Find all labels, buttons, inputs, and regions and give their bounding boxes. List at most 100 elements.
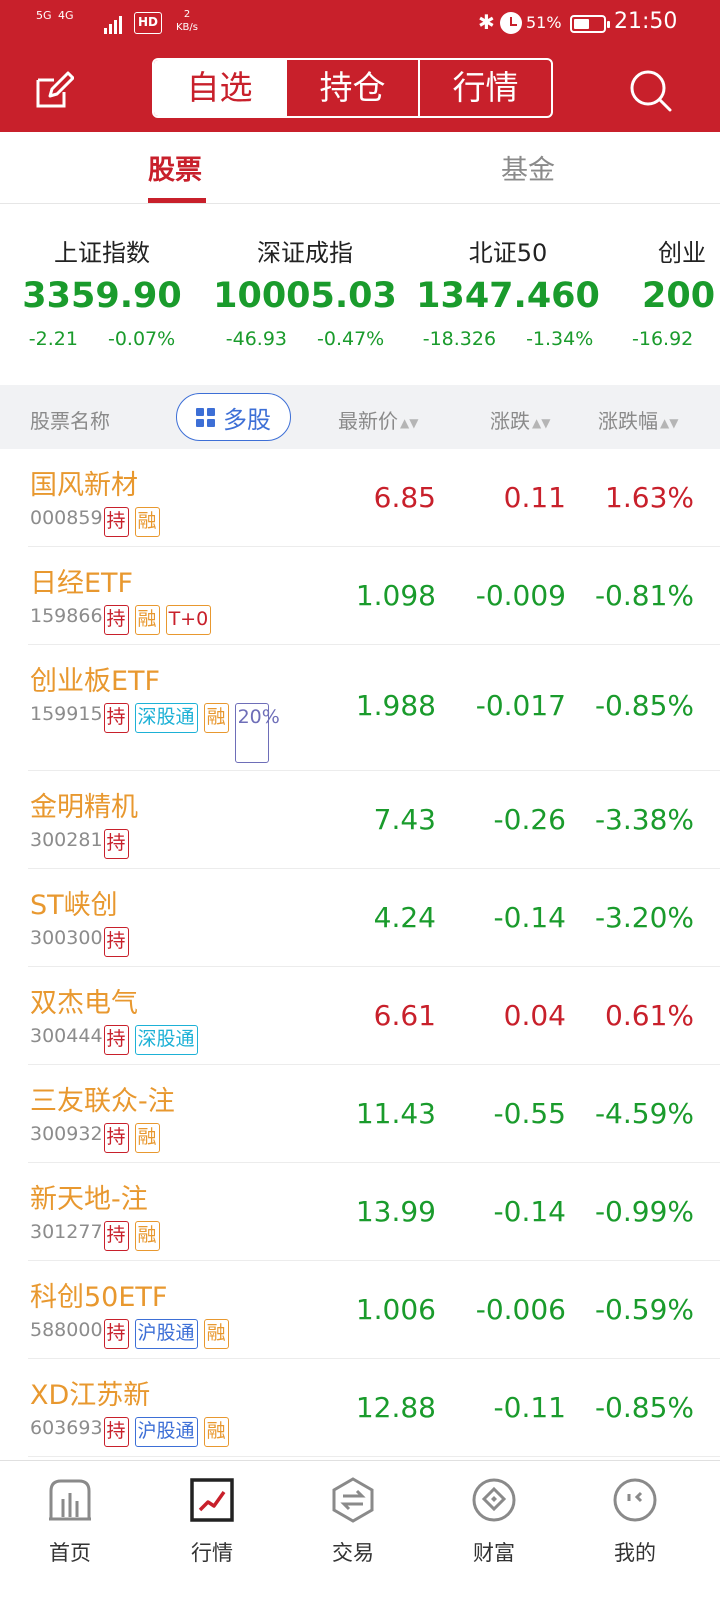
nav-wealth[interactable]: 财富 xyxy=(444,1477,544,1567)
bluetooth-icon: ✱ xyxy=(478,10,495,34)
stock-code: 300300 xyxy=(30,927,103,949)
multi-stock-button[interactable]: 多股 xyxy=(176,393,291,441)
stock-name: 创业板ETF xyxy=(30,666,161,697)
stock-row[interactable]: 日经ETF 159866 持融 T+0 1.098 -0.009 -0.81% xyxy=(28,547,720,645)
stock-change: -0.14 xyxy=(493,901,566,934)
stock-code: 159915 xyxy=(30,703,103,725)
stock-percent: 1.63% xyxy=(605,481,694,514)
tab-watchlist[interactable]: 自选 xyxy=(154,60,287,116)
sort-icon: ▲▼ xyxy=(660,415,679,430)
index-card[interactable]: 深证成指 10005.03 -46.93 -0.47% xyxy=(205,233,405,350)
subtab-funds[interactable]: 基金 xyxy=(501,148,555,187)
stock-name: XD江苏新 xyxy=(30,1380,151,1411)
stock-change: -0.26 xyxy=(493,803,566,836)
index-change: -46.93 xyxy=(225,328,288,350)
index-card[interactable]: 上证指数 3359.90 -2.21 -0.07% xyxy=(2,233,202,350)
index-value: 10005.03 xyxy=(213,276,397,316)
stock-tag: 持 xyxy=(103,1319,129,1349)
stock-price: 7.43 xyxy=(373,803,436,836)
stock-code: 603693 xyxy=(30,1417,103,1439)
stock-tag: 融 xyxy=(203,703,229,733)
stock-code-line: 300300 持 xyxy=(30,927,129,957)
stock-code-line: 000859 持融 xyxy=(30,507,160,537)
stock-percent: -0.85% xyxy=(594,689,694,722)
stock-change: -0.009 xyxy=(475,579,566,612)
index-value: 200 xyxy=(642,276,716,316)
sub-tabs: 股票 基金 xyxy=(0,132,720,204)
multi-stock-label: 多股 xyxy=(223,405,271,434)
search-icon[interactable] xyxy=(628,68,672,112)
stock-name: 日经ETF xyxy=(30,568,134,599)
column-change: 涨跌 xyxy=(490,409,530,433)
stock-name: 三友联众-注 xyxy=(30,1086,175,1117)
top-header: 5G 4G HD 2 KB/s ✱ 51% 21:50 自选 持仓 行情 xyxy=(0,0,720,132)
stock-row[interactable]: 新天地-注 301277 持融 13.99 -0.14 -0.99% xyxy=(28,1163,720,1261)
stock-row[interactable]: 科创50ETF 588000 持沪股通融 1.006 -0.006 -0.59% xyxy=(28,1261,720,1359)
stock-tag: 持 xyxy=(103,507,129,537)
stock-row[interactable]: 金明精机 300281 持 7.43 -0.26 -3.38% xyxy=(28,771,720,869)
column-percent-sort[interactable]: 涨跌幅 ▲▼ xyxy=(598,405,678,434)
stock-code: 000859 xyxy=(30,507,103,529)
sort-icon: ▲▼ xyxy=(400,415,419,430)
nav-market[interactable]: 行情 xyxy=(162,1477,262,1567)
column-price: 最新价 xyxy=(338,409,398,433)
index-name: 北证50 xyxy=(468,239,548,267)
index-percent: -0.47% xyxy=(317,328,385,350)
stock-row[interactable]: 三友联众-注 300932 持融 11.43 -0.55 -4.59% xyxy=(28,1065,720,1163)
nav-profile-label: 我的 xyxy=(614,1541,656,1565)
stock-change: -0.14 xyxy=(493,1195,566,1228)
stock-row[interactable]: ST峡创 300300 持 4.24 -0.14 -3.20% xyxy=(28,869,720,967)
stock-price: 6.61 xyxy=(373,999,436,1032)
stock-row[interactable]: 创业板ETF 159915 持深股通融 20% 1.988 -0.017 -0.85% xyxy=(28,645,720,771)
edit-icon[interactable] xyxy=(34,70,74,110)
stock-price: 11.43 xyxy=(355,1097,436,1130)
nav-wealth-label: 财富 xyxy=(473,1541,515,1565)
tab-holdings[interactable]: 持仓 xyxy=(287,60,420,116)
index-card[interactable]: 北证50 1347.460 -18.326 -1.34% xyxy=(408,233,608,350)
index-card[interactable]: 创业 200 -16.92 xyxy=(630,233,720,350)
index-change: -18.326 xyxy=(422,328,497,350)
tab-market[interactable]: 行情 xyxy=(420,60,551,116)
stock-percent: -0.99% xyxy=(594,1195,694,1228)
nav-trade-label: 交易 xyxy=(332,1541,374,1565)
stock-tag: 持 xyxy=(103,927,129,957)
net-speed-unit: KB/s xyxy=(176,22,198,33)
network-indicator: 5G 4G xyxy=(36,10,74,22)
stock-change: -0.55 xyxy=(493,1097,566,1130)
column-change-sort[interactable]: 涨跌 ▲▼ xyxy=(490,405,550,434)
index-name: 深证成指 xyxy=(257,239,353,267)
stock-name: 金明精机 xyxy=(30,792,138,823)
clock: 21:50 xyxy=(614,9,678,34)
stock-tag: 持 xyxy=(103,703,129,733)
stock-percent: -0.85% xyxy=(594,1391,694,1424)
stock-row[interactable]: XD江苏新 603693 持沪股通融 12.88 -0.11 -0.85% xyxy=(28,1359,720,1457)
stock-row[interactable]: 国风新材 000859 持融 6.85 0.11 1.63% xyxy=(28,449,720,547)
alarm-icon xyxy=(500,12,522,34)
stock-percent: -3.38% xyxy=(594,803,694,836)
bottom-nav: 首页 行情 交易 财富 我的 xyxy=(0,1460,720,1600)
index-value: 1347.460 xyxy=(416,276,600,316)
stock-name: 新天地-注 xyxy=(30,1184,148,1215)
net-speed: 2 KB/s xyxy=(176,8,198,34)
stock-row[interactable]: 双杰电气 300444 持深股通 6.61 0.04 0.61% xyxy=(28,967,720,1065)
index-percent: -0.07% xyxy=(107,328,176,350)
grid-icon xyxy=(196,407,215,427)
index-change: -2.21 xyxy=(28,328,78,350)
index-strip[interactable]: 上证指数 3359.90 -2.21 -0.07% 深证成指 10005.03 … xyxy=(0,205,720,385)
profile-face-icon xyxy=(613,1478,657,1522)
column-name: 股票名称 xyxy=(30,409,110,433)
nav-profile[interactable]: 我的 xyxy=(585,1477,685,1567)
stock-code-line: 159866 持融 T+0 xyxy=(30,605,212,635)
nav-home[interactable]: 首页 xyxy=(20,1477,120,1567)
stock-tag: 深股通 xyxy=(134,1025,198,1055)
stock-code: 300281 xyxy=(30,829,103,851)
nav-trade[interactable]: 交易 xyxy=(303,1477,403,1567)
stock-percent: -4.59% xyxy=(594,1097,694,1130)
stock-price: 1.988 xyxy=(355,689,436,722)
stock-code: 159866 xyxy=(30,605,103,627)
column-price-sort[interactable]: 最新价 ▲▼ xyxy=(338,405,418,434)
index-change-row: -18.326 -1.34% xyxy=(408,328,608,350)
index-change-row: -46.93 -0.47% xyxy=(205,328,405,350)
stock-code: 300444 xyxy=(30,1025,103,1047)
subtab-stocks[interactable]: 股票 xyxy=(148,148,202,187)
